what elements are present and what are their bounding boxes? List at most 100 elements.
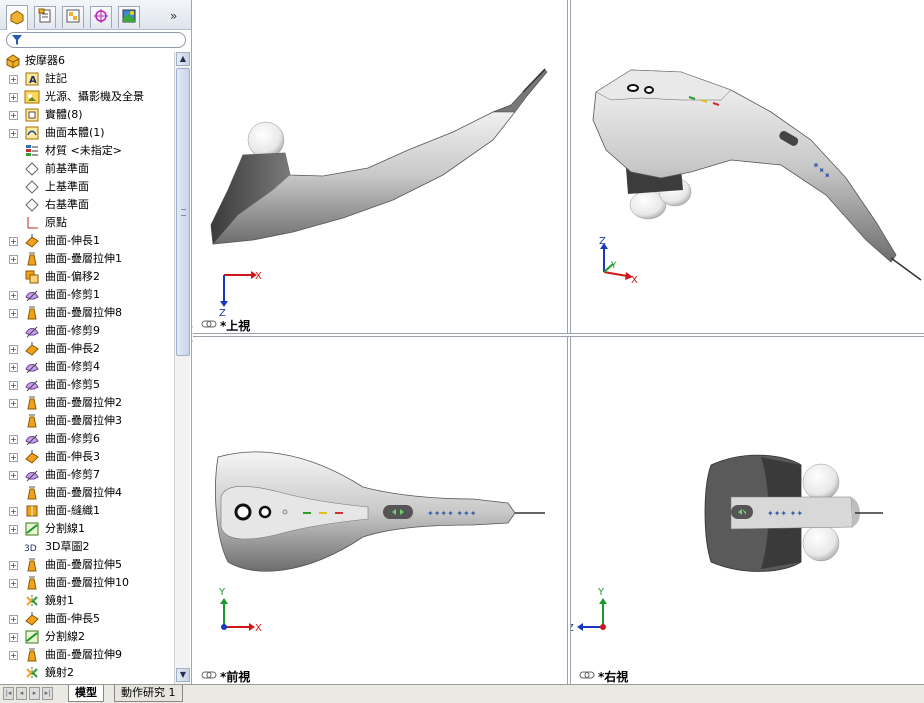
expand-icon[interactable]: + (9, 561, 18, 570)
tree-item[interactable]: + 曲面-疊層拉伸8 (0, 304, 174, 322)
tree-item[interactable]: + 曲面-疊層拉伸5 (0, 556, 174, 574)
expand-icon[interactable]: + (9, 237, 18, 246)
display-manager-tab[interactable] (118, 6, 140, 28)
sketch-3d-icon: 3D (24, 539, 40, 555)
first-tab-arrow-icon[interactable]: |◂ (3, 687, 14, 700)
tree-item[interactable]: + 分割線2 (0, 628, 174, 646)
tree-item[interactable]: + 曲面-疊層拉伸1 (0, 250, 174, 268)
expand-icon[interactable]: + (9, 309, 18, 318)
tree-item-label: 光源、攝影機及全景 (45, 90, 144, 103)
expand-icon[interactable]: + (9, 345, 18, 354)
tab-motion-study[interactable]: 動作研究 1 (114, 685, 183, 702)
viewport-label-top: *上視 (220, 319, 251, 333)
tree-item[interactable]: 上基準面 (0, 178, 174, 196)
tree-item[interactable]: + 曲面-疊層拉伸2 (0, 394, 174, 412)
surface-loft-icon (24, 395, 40, 411)
tree-item[interactable]: 右基準面 (0, 196, 174, 214)
configuration-manager-tab[interactable] (62, 6, 84, 28)
tree-item[interactable]: + 曲面-修剪4 (0, 358, 174, 376)
expand-icon[interactable]: + (9, 255, 18, 264)
prev-tab-arrow-icon[interactable]: ◂ (16, 687, 27, 700)
feature-manager-tab[interactable] (6, 5, 28, 30)
tree-item[interactable]: + 曲面本體(1) (0, 124, 174, 142)
expand-icon[interactable]: + (9, 633, 18, 642)
tree-item[interactable]: + 曲面-修剪7 (0, 466, 174, 484)
tree-item[interactable]: + 分割線1 (0, 520, 174, 538)
expand-icon[interactable]: + (9, 291, 18, 300)
tree-item[interactable]: + 實體(8) (0, 106, 174, 124)
tree-item[interactable]: 前基準面 (0, 160, 174, 178)
expand-icon[interactable]: + (9, 471, 18, 480)
part-icon (5, 53, 21, 69)
tree-item[interactable]: 曲面-修剪9 (0, 322, 174, 340)
tree-item[interactable]: + 曲面-伸長1 (0, 232, 174, 250)
expand-icon[interactable]: + (9, 75, 18, 84)
dimxpert-tab[interactable] (90, 6, 112, 28)
expand-icon[interactable]: + (9, 129, 18, 138)
viewport-divider-vertical[interactable] (567, 0, 571, 684)
expand-icon[interactable]: + (9, 399, 18, 408)
annotation-icon: A (24, 71, 40, 87)
tree-item[interactable]: 鏡射2 (0, 664, 174, 682)
tree-item[interactable]: + 曲面-伸長5 (0, 610, 174, 628)
tree-item-label: 原點 (45, 216, 67, 229)
tree-item[interactable]: + 曲面-疊層拉伸9 (0, 646, 174, 664)
viewport-divider-horizontal[interactable] (193, 333, 924, 337)
tree-item-label: 註記 (45, 72, 67, 85)
tree-filter[interactable] (6, 32, 186, 48)
model-isometric-view: ✦✦✦ Z Y X (592, 69, 922, 286)
tree-item[interactable]: + A 註記 (0, 70, 174, 88)
expand-icon[interactable]: + (9, 435, 18, 444)
viewport-isometric[interactable]: ✦✦✦ Z Y X (571, 0, 924, 333)
expand-icon[interactable]: + (9, 111, 18, 120)
graphics-area[interactable]: X Z *上視 ✦✦✦ Z Y X ✦✦✦✦ ✦✦✦ Y X *前視 ✦✦✦ ✦… (193, 0, 924, 684)
link-view-icon[interactable] (201, 670, 217, 680)
axis-y-label: Y (597, 587, 605, 598)
expand-icon[interactable]: + (9, 363, 18, 372)
tree-item[interactable]: 鏡射1 (0, 592, 174, 610)
tree-item[interactable]: + 曲面-伸長3 (0, 448, 174, 466)
model-right-view: ✦✦✦ ✦✦ Y Z (567, 454, 883, 634)
viewport-front[interactable]: ✦✦✦✦ ✦✦✦ Y X *前視 (193, 337, 567, 684)
expand-icon[interactable]: + (9, 615, 18, 624)
tree-scrollbar[interactable]: ▲ ▼ (174, 52, 190, 684)
scroll-down-button[interactable]: ▼ (176, 668, 190, 682)
expand-icon[interactable]: + (9, 579, 18, 588)
surface-loft-icon (24, 305, 40, 321)
tree-item-label: 分割線1 (45, 522, 85, 535)
tree-item[interactable]: + 曲面-伸長2 (0, 340, 174, 358)
tree-item[interactable]: + 曲面-修剪1 (0, 286, 174, 304)
link-view-icon[interactable] (201, 319, 217, 329)
next-tab-arrow-icon[interactable]: ▸ (29, 687, 40, 700)
tab-model[interactable]: 模型 (68, 685, 104, 702)
surface-trim-icon (24, 377, 40, 393)
viewport-top[interactable]: X Z *上視 (193, 0, 567, 333)
expand-icon[interactable]: + (9, 453, 18, 462)
last-tab-arrow-icon[interactable]: ▸| (42, 687, 53, 700)
tree-item[interactable]: + 光源、攝影機及全景 (0, 88, 174, 106)
tree-item-label: 實體(8) (45, 108, 83, 121)
chevron-right-icon[interactable]: » (170, 9, 177, 23)
tree-item[interactable]: + 曲面-修剪6 (0, 430, 174, 448)
tree-root[interactable]: 按摩器6 (0, 52, 174, 70)
tree-item[interactable]: + 曲面-縫織1 (0, 502, 174, 520)
tree-item[interactable]: 曲面-疊層拉伸3 (0, 412, 174, 430)
expand-icon[interactable]: + (9, 651, 18, 660)
surface-bodies-icon (24, 125, 40, 141)
expand-icon[interactable]: + (9, 381, 18, 390)
tree-item[interactable]: 曲面-偏移2 (0, 268, 174, 286)
expand-icon[interactable]: + (9, 93, 18, 102)
tree-item[interactable]: + 曲面-修剪5 (0, 376, 174, 394)
expand-icon[interactable]: + (9, 507, 18, 516)
tree-item[interactable]: 3D 3D草圖2 (0, 538, 174, 556)
link-view-icon[interactable] (579, 670, 595, 680)
tree-item[interactable]: 材質 <未指定> (0, 142, 174, 160)
scroll-thumb[interactable] (176, 68, 190, 356)
tree-item[interactable]: + 曲面-疊層拉伸10 (0, 574, 174, 592)
scroll-up-button[interactable]: ▲ (176, 52, 190, 66)
tree-item[interactable]: 原點 (0, 214, 174, 232)
viewport-right[interactable]: ✦✦✦ ✦✦ Y Z *右視 (567, 337, 924, 684)
tree-item[interactable]: 曲面-疊層拉伸4 (0, 484, 174, 502)
expand-icon[interactable]: + (9, 525, 18, 534)
property-manager-tab[interactable] (34, 6, 56, 28)
